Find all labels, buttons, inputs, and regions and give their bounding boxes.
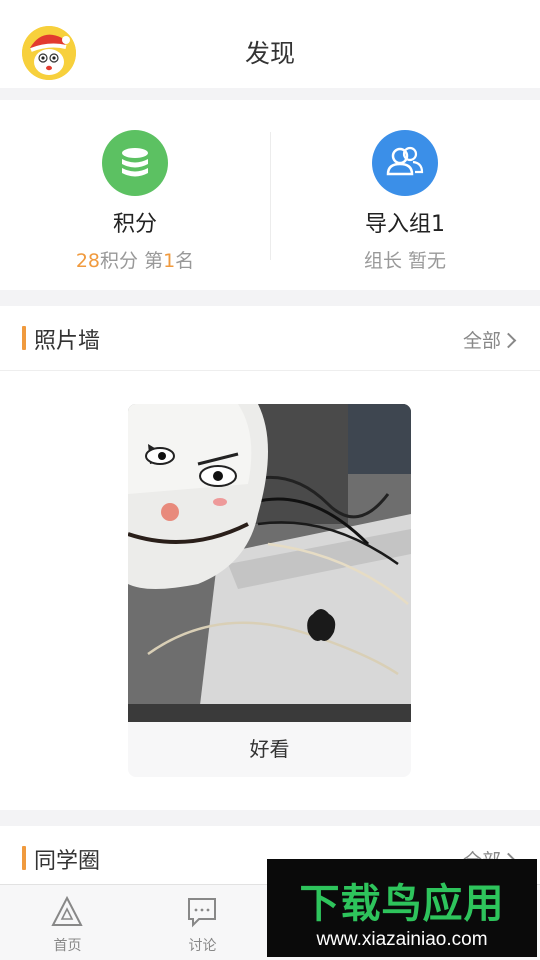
photo-card[interactable]: 好看 [128, 404, 411, 777]
classmates-title: 同学圈 [34, 849, 101, 874]
points-icon-circle [102, 130, 168, 196]
group-people-icon [386, 146, 424, 176]
top-bar: 发现 [0, 0, 540, 88]
coin-stack-icon [122, 148, 148, 177]
photo-image [128, 404, 411, 722]
group-leader: 组长 暂无 [270, 246, 540, 273]
leader-label: 组长 [363, 250, 402, 272]
group-card[interactable]: 导入组1 组长 暂无 [270, 100, 540, 290]
stats-panel: 积分 28积分 第1名 导入组1 组长 暂无 [0, 100, 540, 290]
photo-wall-title: 照片墙 [34, 329, 101, 354]
watermark-title: 下载鸟应用 [299, 881, 505, 927]
photo-caption: 好看 [249, 737, 290, 761]
points-title: 积分 [112, 212, 157, 237]
rank-value: 1 [163, 250, 176, 272]
chat-bubble-icon [188, 898, 216, 928]
home-triangle-icon [51, 895, 83, 926]
chevron-right-icon [500, 332, 517, 349]
points-card[interactable]: 积分 28积分 第1名 [0, 100, 270, 290]
photo-wall-header: 照片墙 全部 [0, 306, 540, 370]
group-title: 导入组1 [365, 212, 445, 237]
tab-discussion[interactable]: 讨论 [135, 885, 270, 960]
points-count: 28 [75, 250, 100, 272]
photo-wall-more-link[interactable]: 全部 [462, 326, 517, 353]
rank-suffix: 名 [175, 250, 195, 272]
points-summary: 28积分 第1名 [0, 246, 270, 273]
watermark-banner: 下载鸟应用 www.xiazainiao.com [267, 859, 537, 957]
photo-wall-content: 好看 [0, 370, 540, 810]
watermark-url: www.xiazainiao.com [316, 929, 488, 950]
section-accent-bar [22, 326, 26, 350]
points-count-label: 积分 [100, 250, 139, 272]
more-label: 全部 [462, 330, 501, 352]
rank-prefix: 第 [144, 250, 164, 272]
leader-value: 暂无 [408, 250, 447, 272]
tab-home-label: 首页 [53, 938, 82, 954]
page-title: 发现 [244, 39, 295, 68]
group-icon-circle [372, 130, 438, 196]
tab-home[interactable]: 首页 [0, 885, 135, 960]
tab-discussion-label: 讨论 [188, 938, 217, 954]
section-accent-bar [22, 846, 26, 870]
